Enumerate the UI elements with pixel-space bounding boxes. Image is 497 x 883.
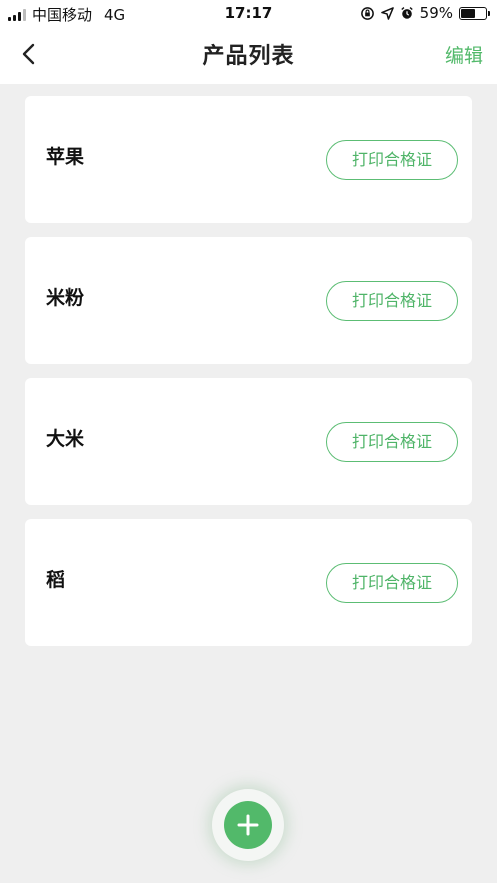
product-name: 大米: [46, 428, 85, 450]
add-product-button[interactable]: [224, 801, 272, 849]
product-card[interactable]: 大米 打印合格证: [25, 378, 472, 505]
rotation-lock-icon: [360, 6, 374, 20]
battery-level: [461, 8, 476, 18]
edit-button[interactable]: 编辑: [445, 41, 483, 68]
print-certificate-button[interactable]: 打印合格证: [326, 140, 458, 180]
location-icon: [380, 6, 394, 20]
product-name: 稻: [46, 569, 66, 591]
status-bar: 中国移动 4G 17:17 59%: [0, 0, 497, 26]
page-title: 产品列表: [202, 44, 295, 69]
product-card[interactable]: 苹果 打印合格证: [25, 96, 472, 223]
add-button-halo: [212, 789, 284, 861]
product-card[interactable]: 米粉 打印合格证: [25, 237, 472, 364]
product-name: 苹果: [46, 146, 85, 168]
print-certificate-button[interactable]: 打印合格证: [326, 281, 458, 321]
plus-icon: [237, 814, 259, 836]
product-list: 苹果 打印合格证 米粉 打印合格证 大米 打印合格证 稻 打印合格证: [25, 96, 472, 660]
battery-percent: 59%: [419, 4, 453, 22]
print-certificate-button[interactable]: 打印合格证: [326, 422, 458, 462]
app-screen: 中国移动 4G 17:17 59% 产品列表 编辑 苹果 打印合格证 米粉 打印…: [0, 0, 497, 883]
status-right: 59%: [360, 4, 490, 22]
battery-icon: [459, 6, 490, 20]
nav-bar: 产品列表 编辑: [0, 26, 497, 84]
product-name: 米粉: [46, 287, 85, 309]
product-card[interactable]: 稻 打印合格证: [25, 519, 472, 646]
print-certificate-button[interactable]: 打印合格证: [326, 563, 458, 603]
alarm-icon: [400, 7, 413, 19]
